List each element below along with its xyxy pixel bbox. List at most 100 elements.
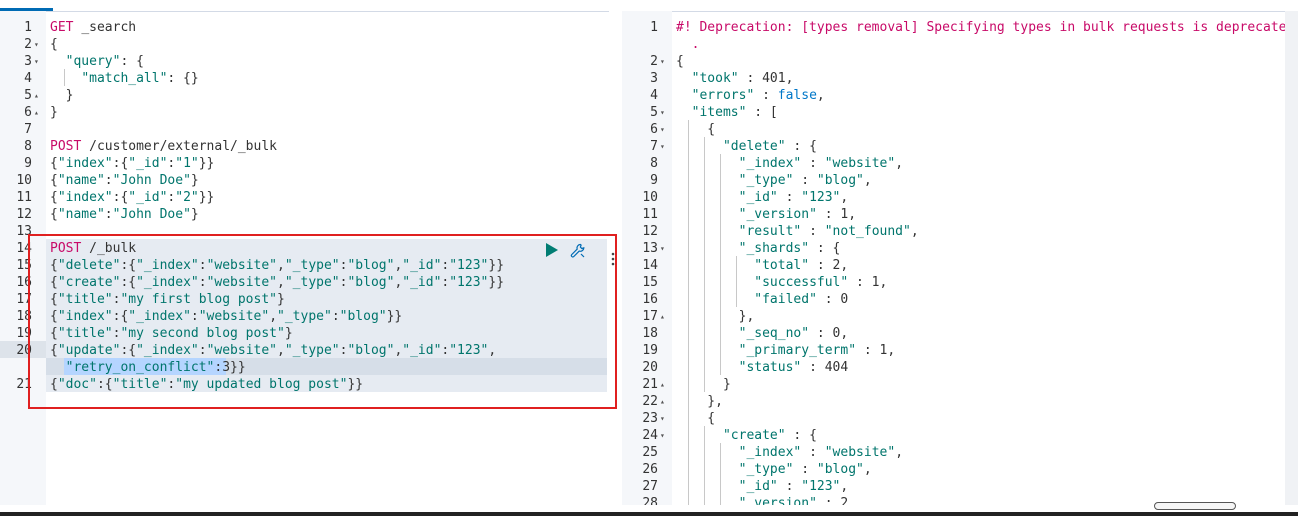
code-line[interactable]: { [676, 121, 715, 138]
code-line[interactable]: "_shards" : { [676, 240, 841, 257]
code-line[interactable]: } [676, 376, 731, 393]
code-token: "123" [801, 190, 841, 205]
code-token: "website" [824, 445, 896, 460]
play-icon[interactable] [546, 243, 558, 257]
fold-collapse-icon[interactable]: ▾ [660, 427, 665, 444]
code-line[interactable]: "_type" : "blog", [676, 461, 872, 478]
code-token: "_shards" [738, 241, 810, 256]
code-token: : 0 [816, 292, 849, 307]
code-line[interactable]: "_seq_no" : 0, [676, 325, 849, 342]
line-number: 22 [642, 394, 658, 409]
code-line[interactable]: }, [676, 308, 755, 325]
fold-expand-icon[interactable]: ▴ [34, 104, 39, 121]
code-line[interactable]: "result" : "not_found", [676, 223, 919, 240]
code-line[interactable]: POST /customer/external/_bulk [50, 138, 277, 155]
code-line[interactable]: "_index" : "website", [676, 155, 903, 172]
code-token: : 2, [809, 258, 849, 273]
code-line[interactable]: } [50, 104, 58, 121]
fold-collapse-icon[interactable]: ▾ [660, 138, 665, 155]
code-line[interactable]: "errors" : false, [676, 87, 825, 104]
code-token: "_id" [128, 190, 168, 205]
code-line[interactable]: "took" : 401, [676, 70, 794, 87]
code-line[interactable]: "failed" : 0 [676, 291, 848, 308]
code-line[interactable]: "_type" : "blog", [676, 172, 872, 189]
code-line[interactable]: . [676, 36, 700, 53]
horizontal-scrollbar[interactable] [1154, 502, 1236, 510]
line-number: 3 [24, 54, 32, 69]
code-token: POST [50, 139, 90, 154]
code-line[interactable]: {"name":"John Doe"} [50, 172, 199, 189]
line-number: 8 [650, 156, 658, 171]
code-token: "failed" [754, 292, 817, 307]
code-token: { [50, 37, 58, 52]
code-line[interactable]: "successful" : 1, [676, 274, 887, 291]
code-token: }, [676, 309, 755, 324]
line-number: 1 [650, 20, 658, 35]
code-token: "_id" [128, 156, 168, 171]
fold-collapse-icon[interactable]: ▾ [660, 121, 665, 138]
code-token: }} [198, 190, 215, 205]
fold-expand-icon[interactable]: ▴ [660, 308, 665, 325]
code-line[interactable]: {"name":"John Doe"} [50, 206, 199, 223]
code-token: { [50, 190, 58, 205]
code-token: : 0, [809, 326, 849, 341]
code-line[interactable]: "status" : 404 [676, 359, 849, 376]
fold-collapse-icon[interactable]: ▾ [660, 410, 665, 427]
fold-expand-icon[interactable]: ▴ [34, 87, 39, 104]
line-number: 26 [642, 462, 658, 477]
fold-expand-icon[interactable]: ▴ [660, 393, 665, 410]
code-line[interactable]: }, [676, 393, 723, 410]
code-token: "_type" [738, 173, 794, 188]
code-line[interactable]: "query": { [50, 53, 144, 70]
code-line[interactable]: "_id" : "123", [676, 478, 849, 495]
output-scrollbar[interactable] [1285, 11, 1298, 505]
code-token: "create" [722, 428, 786, 443]
wrench-icon[interactable] [570, 243, 586, 259]
code-token: : [104, 207, 113, 222]
response-output[interactable]: 1 #! Deprecation: [types removal] Specify… [622, 11, 1298, 505]
code-line[interactable]: { [676, 410, 715, 427]
fold-expand-icon[interactable]: ▴ [660, 376, 665, 393]
code-line[interactable]: "_version" : 2 [676, 495, 849, 505]
code-line[interactable]: "create" : { [676, 427, 817, 444]
fold-collapse-icon[interactable]: ▾ [34, 36, 39, 53]
code-token: : [801, 445, 825, 460]
code-line[interactable]: {"index":{"_id":"1"}} [50, 155, 214, 172]
code-token: : [793, 173, 817, 188]
code-line[interactable]: "match_all": {} [50, 70, 198, 87]
fold-collapse-icon[interactable]: ▾ [660, 53, 665, 70]
code-line[interactable]: {"index":{"_id":"2"}} [50, 189, 214, 206]
code-token: "website" [824, 156, 896, 171]
code-token: , [895, 156, 904, 171]
line-number [622, 36, 658, 53]
code-line[interactable]: } [50, 87, 74, 104]
fold-collapse-icon[interactable]: ▾ [660, 104, 665, 121]
code-line[interactable]: { [50, 36, 58, 53]
line-number: 24 [642, 428, 658, 443]
code-line[interactable]: "_version" : 1, [676, 206, 856, 223]
code-line[interactable]: GET _search [50, 19, 136, 36]
line-number: 21 [642, 377, 658, 392]
fold-collapse-icon[interactable]: ▾ [34, 53, 39, 70]
code-line[interactable]: "delete" : { [676, 138, 817, 155]
code-token: : [104, 173, 113, 188]
code-token: , [863, 462, 872, 477]
code-line[interactable]: #! Deprecation: [types removal] Specifyi… [676, 19, 1294, 36]
code-line[interactable]: "items" : [ [676, 104, 778, 121]
line-number: 2 [650, 54, 658, 69]
code-line[interactable]: "_primary_term" : 1, [676, 342, 896, 359]
code-line[interactable]: "_index" : "website", [676, 444, 903, 461]
code-line[interactable]: "_id" : "123", [676, 189, 849, 206]
code-line[interactable]: { [676, 53, 684, 70]
fold-collapse-icon[interactable]: ▾ [660, 240, 665, 257]
code-line[interactable]: "total" : 2, [676, 257, 848, 274]
line-number: 10 [642, 190, 658, 205]
